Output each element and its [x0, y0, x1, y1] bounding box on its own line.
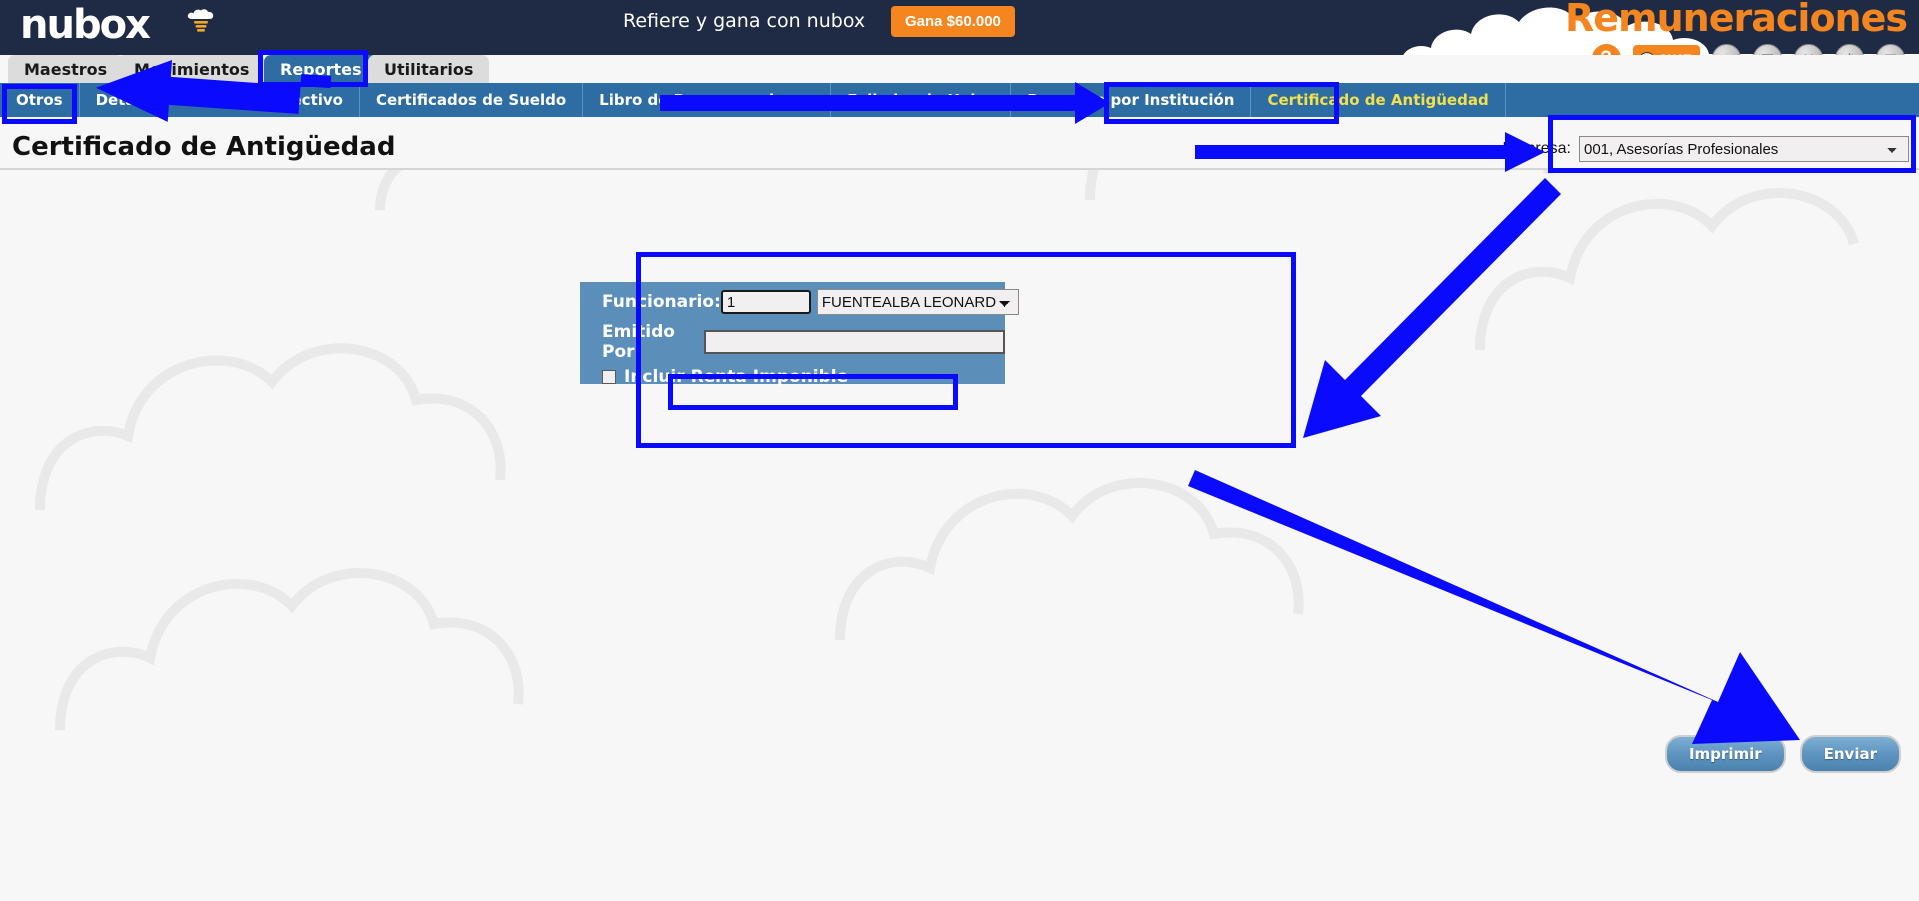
mail-icon[interactable]: ✉: [1876, 44, 1905, 55]
subtab-certificados-de-sueldo[interactable]: Certificados de Sueldo: [360, 83, 584, 117]
subtab-detalle-dinero-efectivo[interactable]: Detalle de Dinero en Efectivo: [80, 83, 360, 117]
header-icon-bar: ? 💬 CHAT ⌂ ▤ ✕ ⚷ ✉: [1591, 44, 1905, 55]
subtab-libro-de-remuneraciones[interactable]: Libro de Remuneraciones: [583, 83, 832, 117]
funcionario-label: Funcionario:: [602, 292, 721, 312]
cloud-icon: [187, 9, 214, 32]
incluir-renta-imponible-label: Incluir Renta Imponible: [624, 367, 849, 387]
module-brand-title: Remuneraciones: [1565, 0, 1908, 40]
app-header: nubox Refiere y gana con nubox Gana $60.…: [0, 0, 1919, 55]
tab-movimientos[interactable]: Movimientos: [118, 55, 266, 83]
chat-icon[interactable]: 💬 CHAT: [1632, 45, 1700, 55]
report-parameters-panel: Funcionario: FUENTEALBA LEONARD Emitido …: [580, 282, 1019, 387]
funcionario-row: Funcionario: FUENTEALBA LEONARD: [580, 282, 1019, 322]
incluir-renta-imponible-checkbox[interactable]: [602, 370, 616, 384]
nubox-logo[interactable]: nubox: [20, 2, 151, 48]
imprimir-button[interactable]: Imprimir: [1664, 735, 1786, 773]
tab-maestros[interactable]: Maestros: [8, 55, 124, 83]
close-icon[interactable]: ✕: [1794, 44, 1823, 55]
referral-text: Refiere y gana con nubox: [623, 10, 866, 32]
arrow-to-empresa: [1195, 132, 1545, 172]
page-title: Certificado de Antigüedad: [12, 132, 396, 162]
emitido-por-row: Emitido Por:: [580, 322, 1005, 362]
subtab-certificado-de-antiguedad[interactable]: Certificado de Antigüedad: [1251, 83, 1506, 117]
enviar-button[interactable]: Enviar: [1799, 735, 1901, 773]
help-icon[interactable]: ?: [1591, 44, 1621, 55]
subtab-resumen-por-institucion[interactable]: Resumen por Institución: [1011, 83, 1252, 117]
app-root: nubox Refiere y gana con nubox Gana $60.…: [0, 0, 1919, 901]
action-button-row: Imprimir Enviar: [1664, 735, 1901, 773]
funcionario-code-input[interactable]: [720, 290, 811, 314]
subtab-foliador-de-hojas[interactable]: Foliador de Hojas: [831, 83, 1012, 117]
funcionario-name-select[interactable]: FUENTEALBA LEONARD: [816, 289, 1019, 315]
sub-tab-bar: Otros Detalle de Dinero en Efectivo Cert…: [0, 83, 1919, 117]
subtab-otros[interactable]: Otros: [0, 83, 80, 117]
key-icon[interactable]: ⚷: [1835, 44, 1864, 55]
document-icon[interactable]: ▤: [1753, 44, 1782, 55]
emitido-por-input[interactable]: [704, 330, 1005, 354]
cloud-watermark-svg: [35, 170, 1859, 731]
empresa-select[interactable]: 001, Asesorías Profesionales: [1579, 136, 1909, 162]
background-cloud-watermarks: [0, 170, 1919, 901]
tab-reportes[interactable]: Reportes: [264, 55, 378, 83]
empresa-selector-row: Empresa: 001, Asesorías Profesionales: [1503, 136, 1909, 162]
emitido-por-label: Emitido Por:: [602, 322, 675, 362]
referral-button[interactable]: Gana $60.000: [891, 6, 1015, 37]
home-icon[interactable]: ⌂: [1712, 44, 1741, 55]
tab-utilitarios[interactable]: Utilitarios: [368, 55, 490, 83]
main-tab-bar: Maestros Movimientos Reportes Utilitario…: [0, 55, 1919, 83]
empresa-label: Empresa:: [1502, 140, 1571, 157]
incluir-renta-imponible-row[interactable]: Incluir Renta Imponible: [580, 362, 1005, 392]
